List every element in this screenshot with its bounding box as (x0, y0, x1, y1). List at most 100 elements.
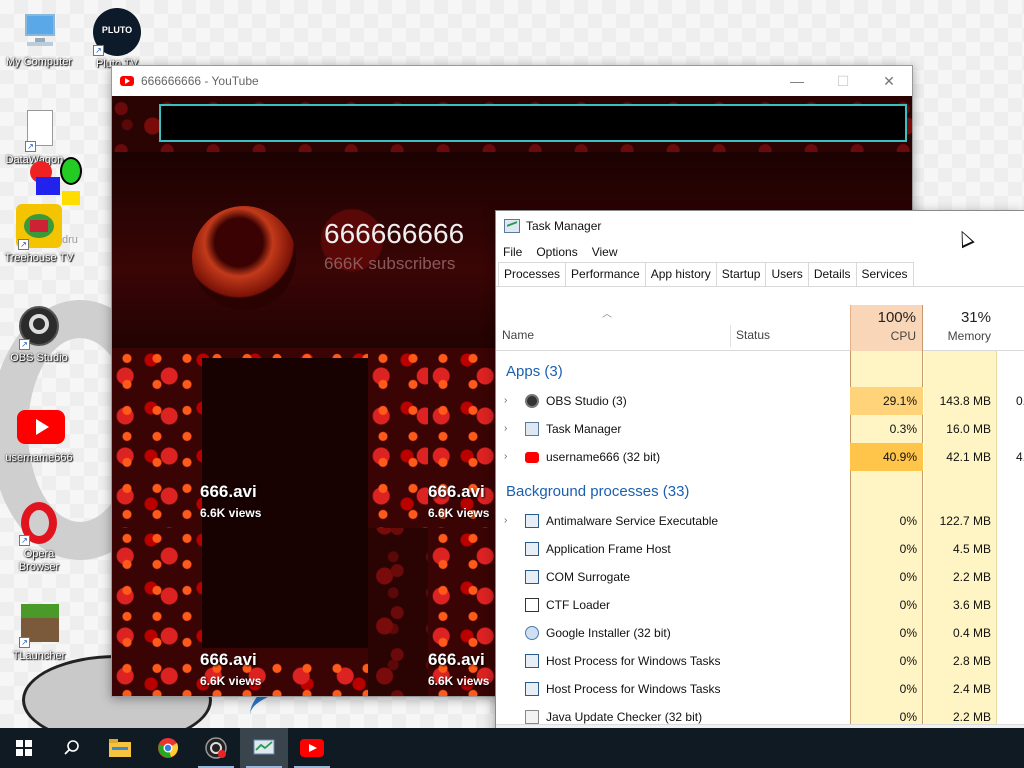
close-button[interactable]: ✕ (866, 66, 912, 96)
tab-startup[interactable]: Startup (715, 262, 767, 286)
process-memory: 2.2 MB (952, 570, 991, 584)
cpu-total: 100% (877, 309, 916, 326)
shortcut-arrow-icon: ↗ (25, 141, 36, 152)
search-icon (64, 740, 79, 755)
table-row[interactable]: › username666 (32 bit) 40.9% 42.1 MB 4. (496, 443, 1024, 471)
start-button[interactable] (0, 728, 48, 768)
desktop-icon-my-computer[interactable]: My Computer (0, 10, 78, 69)
table-row[interactable]: CTF Loader 0% 3.6 MB (496, 591, 1024, 619)
chevron-right-icon[interactable]: › (504, 451, 507, 462)
process-name: CTF Loader (546, 598, 611, 612)
taskbar-obs[interactable] (192, 728, 240, 768)
memory-total: 31% (960, 309, 991, 326)
table-row[interactable]: Host Process for Windows Tasks 0% 2.8 MB (496, 647, 1024, 675)
taskbar-chrome[interactable] (144, 728, 192, 768)
process-window-icon (525, 514, 539, 528)
desktop-icon-label: username666 (5, 452, 73, 464)
taskbar-file-explorer[interactable] (96, 728, 144, 768)
desktop-icon-username666[interactable]: username666 (0, 406, 78, 465)
table-row[interactable]: Google Installer (32 bit) 0% 0.4 MB (496, 619, 1024, 647)
table-row[interactable]: COM Surrogate 0% 2.2 MB (496, 563, 1024, 591)
group-background-processes[interactable]: Background processes (33) (496, 471, 1024, 507)
document-icon: ↗ (17, 108, 61, 152)
tab-app-history[interactable]: App history (644, 262, 717, 286)
tab-details[interactable]: Details (807, 262, 857, 286)
video-title[interactable]: 666.avi (200, 482, 257, 502)
task-manager-icon (504, 219, 520, 233)
task-manager-window[interactable]: Task Manager File Options View Processes… (495, 210, 1024, 740)
memory-label: Memory (947, 329, 991, 343)
youtube-icon (120, 76, 134, 86)
tab-users[interactable]: Users (765, 262, 809, 286)
search-button[interactable] (48, 728, 96, 768)
window-title: Task Manager (526, 219, 602, 233)
table-row[interactable]: › Antimalware Service Executable 0% 122.… (496, 507, 1024, 535)
tab-performance[interactable]: Performance (565, 262, 646, 286)
desktop-icon-label: Opera Browser (18, 548, 60, 573)
video-thumbnail[interactable] (112, 528, 368, 696)
taskbar-youtube[interactable] (288, 728, 336, 768)
menu-options[interactable]: Options (529, 245, 584, 259)
column-status[interactable]: Status (736, 328, 770, 342)
desktop-icon-label: OBS Studio (10, 352, 68, 364)
ctf-loader-icon (525, 598, 539, 612)
taskbar-task-manager[interactable] (240, 728, 288, 768)
desktop-icon-label: TLauncher (12, 650, 66, 662)
tab-services[interactable]: Services (855, 262, 914, 286)
table-row[interactable]: › OBS Studio (3) 29.1% 143.8 MB 0. (496, 387, 1024, 415)
column-name[interactable]: Name (502, 328, 534, 342)
process-window-icon (525, 682, 539, 696)
process-name: username666 (32 bit) (546, 450, 661, 464)
file-explorer-icon (109, 739, 131, 757)
table-row[interactable]: Application Frame Host 0% 4.5 MB (496, 535, 1024, 563)
youtube-icon (525, 452, 539, 463)
video-title[interactable]: 666.avi (200, 650, 257, 670)
shortcut-arrow-icon: ↗ (93, 45, 104, 56)
table-row[interactable]: › Task Manager 0.3% 16.0 MB (496, 415, 1024, 443)
process-window-icon (525, 542, 539, 556)
video-views: 6.6K views (200, 506, 262, 520)
desktop-icon-label: Treehouse TV (4, 252, 74, 264)
menu-file[interactable]: File (496, 245, 529, 259)
minimize-button[interactable]: — (774, 66, 820, 96)
process-cpu: 40.9% (850, 443, 923, 471)
process-cpu: 0.3% (889, 422, 917, 436)
chevron-right-icon[interactable]: › (504, 395, 507, 406)
group-apps[interactable]: Apps (3) (496, 351, 1024, 387)
video-title[interactable]: 666.avi (428, 650, 485, 670)
desktop-icon-obs-studio[interactable]: ↗ OBS Studio (0, 306, 78, 365)
process-name: Host Process for Windows Tasks (546, 654, 721, 668)
column-memory[interactable]: 31% Memory (924, 305, 997, 351)
process-cpu: 0% (899, 626, 917, 640)
task-manager-titlebar[interactable]: Task Manager (496, 211, 1024, 241)
channel-avatar[interactable] (192, 206, 296, 310)
menu-view[interactable]: View (585, 245, 625, 259)
taskbar (0, 728, 1024, 768)
column-cpu[interactable]: 100% CPU (850, 305, 923, 351)
minecraft-icon: ↗ (17, 604, 61, 648)
youtube-titlebar[interactable]: 666666666 - YouTube — ☐ ✕ (112, 66, 912, 96)
pluto-tv-icon: PLUTO ↗ (93, 8, 141, 56)
desktop-icon-pluto-tv[interactable]: PLUTO ↗ Pluto TV (78, 8, 156, 71)
desktop-icon-treehouse-tv[interactable]: ↗ Treehouse TV (0, 204, 78, 265)
process-memory: 4.5 MB (952, 542, 991, 556)
tab-bar: Processes Performance App history Startu… (496, 262, 1024, 287)
desktop-icon-tlauncher[interactable]: ↗ TLauncher (0, 604, 78, 663)
video-thumbnail[interactable] (368, 348, 428, 528)
maximize-button[interactable]: ☐ (820, 66, 866, 96)
tab-processes[interactable]: Processes (498, 262, 567, 286)
obs-icon (205, 737, 227, 759)
group-label: Apps (3) (506, 363, 563, 380)
table-row[interactable]: Host Process for Windows Tasks 0% 2.4 MB (496, 675, 1024, 703)
desktop-icon-opera[interactable]: ↗ Opera Browser (0, 502, 78, 574)
chevron-right-icon[interactable]: › (504, 515, 507, 526)
search-bar[interactable] (159, 104, 907, 142)
video-thumbnail[interactable] (428, 528, 496, 696)
chevron-right-icon[interactable]: › (504, 423, 507, 434)
process-name: Java Update Checker (32 bit) (546, 710, 703, 724)
computer-icon (17, 10, 61, 54)
process-name: Task Manager (546, 422, 622, 436)
video-title[interactable]: 666.avi (428, 482, 485, 502)
process-cpu: 0% (899, 598, 917, 612)
group-label: Background processes (33) (506, 483, 690, 500)
